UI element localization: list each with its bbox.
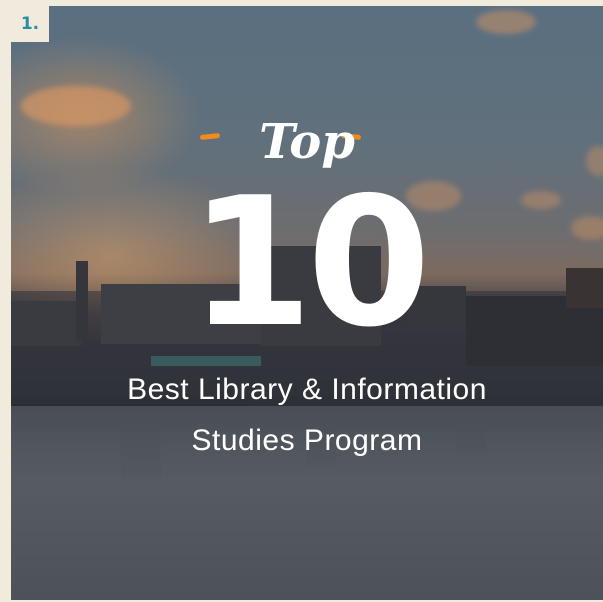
caption-line-1: Best Library & Information [127,373,487,406]
ranking-card: 1. Top 10 Best Library & Information Stu… [11,6,603,600]
rank-number: 10 [189,159,431,366]
caption-line-2: Studies Program [191,424,423,457]
rank-badge: 1. [11,6,49,42]
